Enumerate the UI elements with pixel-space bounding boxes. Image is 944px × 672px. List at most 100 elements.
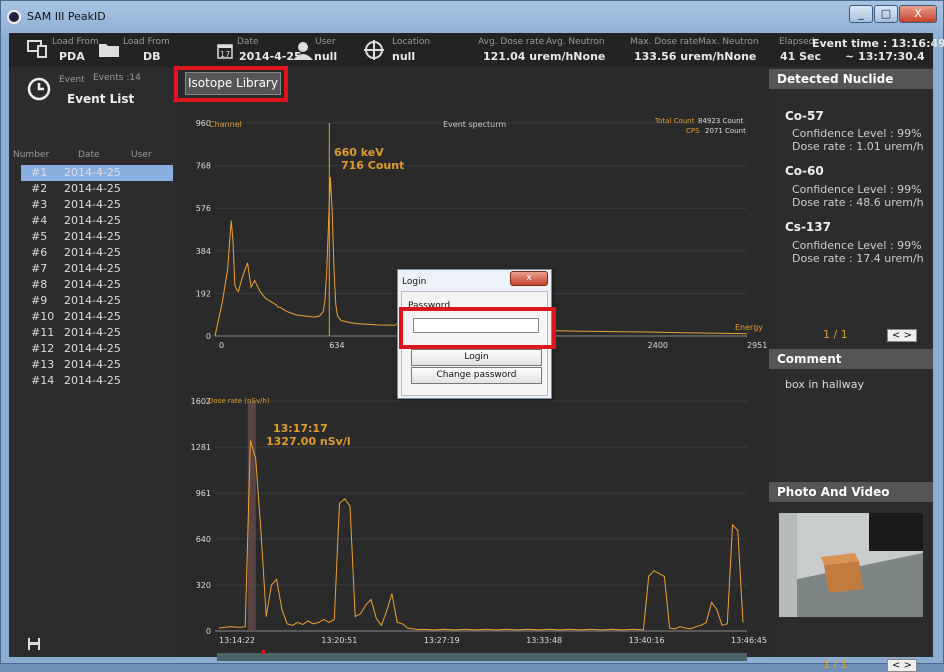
events-count: Events :14 xyxy=(93,73,141,83)
event-list-panel: Event Events :14 Event List Number Date … xyxy=(9,67,177,657)
app-logo-icon xyxy=(7,10,21,24)
device-icon xyxy=(27,40,47,58)
event-row[interactable]: #4 2014-4-25 xyxy=(21,213,173,229)
avg-dose-value: 121.04 urem/hNone xyxy=(483,50,606,63)
location-value: null xyxy=(392,50,416,63)
nuclide-panel: Detected Nuclide Co-57 Confidence Level … xyxy=(769,67,933,672)
timeline-scrollbar[interactable] xyxy=(217,650,747,661)
event-number: #9 xyxy=(31,294,48,307)
event-row[interactable]: #5 2014-4-25 xyxy=(21,229,173,245)
dose-x-tick: 13:27:19 xyxy=(424,636,460,645)
dose-y-tick: 640 xyxy=(196,535,211,544)
event-row[interactable]: #3 2014-4-25 xyxy=(21,197,173,213)
nuclide-dose: Dose rate : 1.01 urem/h xyxy=(792,140,924,153)
spectrum-y-tick: 192 xyxy=(196,289,211,298)
event-row[interactable]: #13 2014-4-25 xyxy=(21,357,173,373)
event-number: #4 xyxy=(31,214,48,227)
dose-x-tick: 13:46:45 xyxy=(731,636,767,645)
peak-energy: 660 keV xyxy=(334,146,384,159)
event-photo[interactable] xyxy=(779,513,923,617)
event-row[interactable]: #11 2014-4-25 xyxy=(21,325,173,341)
login-button[interactable]: Login xyxy=(411,349,542,366)
event-date: 2014-4-25 xyxy=(64,278,121,291)
event-row[interactable]: #6 2014-4-25 xyxy=(21,245,173,261)
event-row[interactable]: #8 2014-4-25 xyxy=(21,277,173,293)
elapsed-value: 41 Sec xyxy=(780,50,822,63)
password-highlight xyxy=(399,307,556,349)
event-date: 2014-4-25 xyxy=(64,326,121,339)
event-list-title: Event List xyxy=(67,92,135,106)
event-number: #7 xyxy=(31,262,48,275)
spectrum-x-tick: 2951 xyxy=(747,341,767,350)
event-row[interactable]: #10 2014-4-25 xyxy=(21,309,173,325)
photo-prev-next[interactable]: < > xyxy=(887,659,917,672)
dose-x-tick: 13:40:16 xyxy=(629,636,665,645)
event-number: #14 xyxy=(31,374,55,387)
title-bar[interactable]: SAM III PeakID _ □ X xyxy=(1,1,943,33)
photo-header: Photo And Video xyxy=(769,482,933,502)
dialog-close-button[interactable]: x xyxy=(510,271,548,286)
event-row[interactable]: #14 2014-4-25 xyxy=(21,373,173,389)
save-icon[interactable] xyxy=(27,637,41,651)
nuclide-name: Co-60 xyxy=(785,164,824,178)
user-value: null xyxy=(314,50,338,63)
event-row[interactable]: #7 2014-4-25 xyxy=(21,261,173,277)
dose-cursor-band xyxy=(247,401,256,631)
nuclide-name: Cs-137 xyxy=(785,220,831,234)
window-title: SAM III PeakID xyxy=(27,10,106,23)
dose-y-tick: 320 xyxy=(196,581,211,590)
max-neutron-label: Max. Neutron xyxy=(698,37,759,47)
cps-label: CPS xyxy=(686,127,700,135)
event-number: #2 xyxy=(31,182,48,195)
clock-icon xyxy=(27,77,51,101)
event-label: Event xyxy=(59,75,85,85)
column-date: Date xyxy=(78,150,100,160)
nuclide-prev-next[interactable]: < > xyxy=(887,329,917,342)
minimize-button[interactable]: _ xyxy=(849,5,873,23)
spectrum-y-tick: 576 xyxy=(196,204,211,213)
spectrum-x-tick: 0 xyxy=(219,341,224,350)
nuclide-dose: Dose rate : 48.6 urem/h xyxy=(792,196,924,209)
event-date: 2014-4-25 xyxy=(64,342,121,355)
photo-pager: 1 / 1 xyxy=(823,658,848,671)
elapsed-label: Elapsed xyxy=(779,37,815,47)
load-pda-label: PDA xyxy=(59,50,85,63)
event-date: 2014-4-25 xyxy=(64,198,121,211)
comment-header: Comment xyxy=(769,349,933,369)
event-row[interactable]: #2 2014-4-25 xyxy=(21,181,173,197)
event-number: #11 xyxy=(31,326,55,339)
load-from-label: Load From xyxy=(52,37,99,47)
event-number: #10 xyxy=(31,310,55,323)
spectrum-y-label: Channel xyxy=(209,120,242,129)
nuclide-confidence: Confidence Level : 99% xyxy=(792,127,922,140)
total-count-label: Total Count xyxy=(655,117,695,125)
event-date: 2014-4-25 xyxy=(64,246,121,259)
event-date: 2014-4-25 xyxy=(64,294,121,307)
timeline-marker[interactable] xyxy=(262,650,265,654)
spectrum-y-tick: 0 xyxy=(206,332,211,341)
user-icon xyxy=(293,42,313,60)
spectrum-y-tick: 384 xyxy=(196,247,211,256)
nuclide-name: Co-57 xyxy=(785,109,824,123)
event-date: 2014-4-25 xyxy=(64,182,121,195)
event-row[interactable]: #1 2014-4-25 xyxy=(21,165,173,181)
cursor-time: 13:17:17 xyxy=(273,422,328,435)
change-password-button[interactable]: Change password xyxy=(411,367,542,384)
spectrum-y-tick: 768 xyxy=(196,162,211,171)
load-from-label-2: Load From xyxy=(123,37,170,47)
dose-y-tick: 961 xyxy=(196,489,211,498)
load-db-label: DB xyxy=(143,50,161,63)
close-button[interactable]: X xyxy=(899,5,937,23)
event-number: #3 xyxy=(31,198,48,211)
cps-value: 2071 Count xyxy=(705,127,746,135)
calendar-day: 17 xyxy=(220,50,231,59)
maximize-button[interactable]: □ xyxy=(874,5,898,23)
folder-icon xyxy=(99,44,119,57)
event-row[interactable]: #12 2014-4-25 xyxy=(21,341,173,357)
event-number: #12 xyxy=(31,342,55,355)
dose-y-label: Dose rate (nSv/h) xyxy=(208,397,270,405)
toolbar: Load From PDA Load From DB 17 Date 2014-… xyxy=(9,33,944,67)
dose-x-tick: 13:20:51 xyxy=(321,636,357,645)
event-date: 2014-4-25 xyxy=(64,374,121,387)
event-row[interactable]: #9 2014-4-25 xyxy=(21,293,173,309)
